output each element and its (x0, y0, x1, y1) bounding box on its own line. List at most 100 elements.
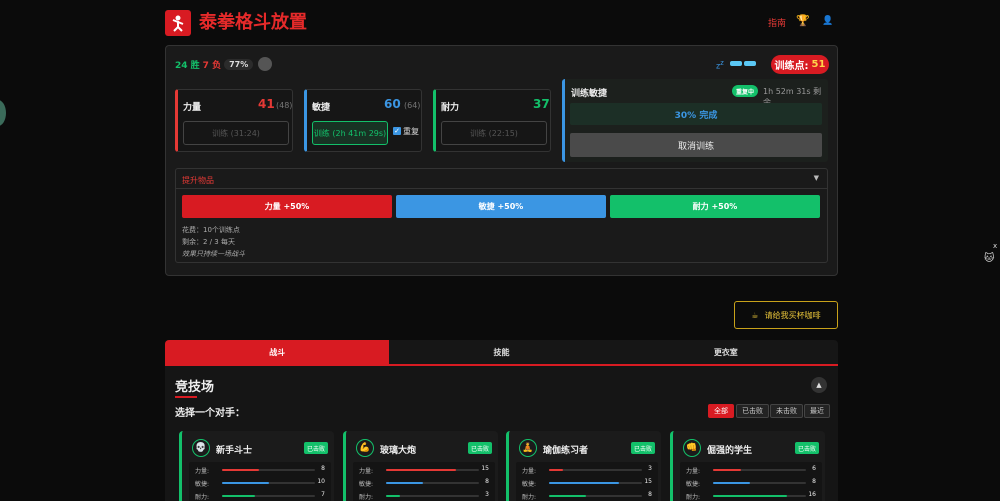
app-logo (165, 10, 191, 36)
stat-label: 敏捷: (359, 481, 374, 488)
opponent-stat-row: 敏捷: 15 (522, 478, 652, 488)
close-icon[interactable]: x (993, 242, 997, 250)
training-progress: 30% 完成 (570, 103, 822, 125)
training-points-badge: 训练点: 51 (771, 55, 829, 74)
opponent-name: 瑜伽练习者 (543, 446, 589, 456)
stat-strength: 力量 41 (48) 训练 (31:24) (175, 89, 293, 152)
stat-value: 37 (533, 97, 550, 111)
stat-label: 力量: (686, 468, 701, 475)
stat-value: 41 (258, 97, 275, 111)
opponent-stat-row: 耐力: 8 (522, 491, 652, 501)
stat-track (386, 482, 479, 484)
coffee-label: 请给我买杯咖啡 (764, 310, 821, 320)
stat-fill (386, 495, 400, 497)
side-widget-left[interactable] (0, 100, 6, 126)
stat-label: 耐力: (359, 494, 374, 501)
defeated-badge: 已击败 (794, 442, 819, 454)
stat-label: 敏捷: (686, 481, 701, 488)
stat-fill (713, 495, 788, 497)
user-icon[interactable]: 👤 (822, 16, 833, 26)
stat-number: 3 (485, 491, 489, 498)
filter-defeated[interactable]: 已击败 (736, 404, 769, 418)
stat-track (549, 495, 642, 497)
opponent-card[interactable]: 🧘 瑜伽练习者 已击败 力量: 3 敏捷: 15 耐力: 8 (506, 431, 661, 501)
opponent-stat-row: 力量: 8 (195, 465, 325, 475)
buy-coffee-button[interactable]: ☕ 请给我买杯咖啡 (734, 301, 838, 329)
divider (176, 188, 827, 189)
boost-agility-button[interactable]: 敏捷 +50% (396, 195, 606, 218)
opponent-stat-row: 敏捷: 8 (359, 478, 489, 488)
stat-label: 耐力: (686, 494, 701, 501)
stat-track (713, 495, 806, 497)
stat-name: 耐力 (441, 103, 460, 113)
stat-fill (713, 469, 741, 471)
opponent-name: 玻璃大炮 (380, 446, 417, 456)
stat-fill (549, 469, 563, 471)
opponent-avatar-icon: 💪 (356, 439, 374, 457)
stat-fill (549, 495, 587, 497)
boost-title[interactable]: 提升物品 (182, 175, 214, 186)
stat-number: 8 (812, 478, 816, 485)
tab-skills[interactable]: 技能 (389, 340, 613, 364)
tab-fight[interactable]: 战斗 (165, 340, 390, 364)
train-strength-button[interactable]: 训练 (31:24) (183, 121, 289, 145)
guide-link[interactable]: 指南 (768, 16, 786, 29)
stat-number: 8 (485, 478, 489, 485)
opponent-avatar-icon: 🧘 (519, 439, 537, 457)
stat-fill (713, 482, 751, 484)
train-stamina-button[interactable]: 训练 (22:15) (441, 121, 547, 145)
boost-strength-button[interactable]: 力量 +50% (182, 195, 392, 218)
training-title: 训练敏捷 (571, 89, 608, 99)
choose-opponent-label: 选择一个对手： (175, 408, 245, 419)
stat-agility: 敏捷 60 (64) 训练 (2h 41m 29s) ✓ 重复 (304, 89, 422, 152)
stat-label: 耐力: (195, 494, 210, 501)
stat-value: 60 (384, 97, 401, 111)
opponent-card[interactable]: 💪 玻璃大炮 已击败 力量: 15 敏捷: 8 耐力: 3 (343, 431, 498, 501)
arena-title: 竞技场 (175, 380, 215, 395)
boost-remaining: 剩余：2 / 3 每天 (182, 238, 235, 246)
stat-fill (222, 469, 260, 471)
main-tabs: 战斗 技能 更衣室 (165, 340, 838, 364)
filter-all[interactable]: 全部 (708, 404, 734, 418)
filter-undefeated[interactable]: 未击败 (770, 404, 803, 418)
opponent-stats: 力量: 15 敏捷: 8 耐力: 3 (353, 462, 495, 501)
stat-label: 敏捷: (522, 481, 537, 488)
stat-number: 3 (648, 465, 652, 472)
sleep-indicator: zz (716, 59, 724, 71)
opponent-card[interactable]: 👊 倔强的学生 已击败 力量: 6 敏捷: 8 耐力: 16 (670, 431, 825, 501)
coffee-icon: ☕ (751, 310, 759, 320)
cancel-training-button[interactable]: 取消训练 (570, 133, 822, 157)
opponent-avatar-icon: 👊 (683, 439, 701, 457)
stat-number: 8 (321, 465, 325, 472)
stat-label: 敏捷: (195, 481, 210, 488)
opponent-name: 新手斗士 (216, 446, 253, 456)
collapse-icon[interactable]: ▼ (814, 174, 819, 182)
stat-track (713, 469, 806, 471)
training-points-value: 51 (811, 59, 826, 70)
stat-fill (386, 482, 424, 484)
stat-max: (64) (404, 101, 421, 110)
tab-locker-room[interactable]: 更衣室 (614, 340, 838, 364)
win-rate: 77% (224, 58, 254, 70)
repeat-checkbox[interactable]: ✓ (393, 127, 401, 135)
stat-track (713, 482, 806, 484)
training-points-label: 训练点: (774, 61, 809, 72)
losses-count: 7 负 (202, 60, 222, 71)
stat-track (222, 495, 315, 497)
boost-stamina-button[interactable]: 耐力 +50% (610, 195, 820, 218)
opponent-stat-row: 敏捷: 8 (686, 478, 816, 488)
opponent-name: 倔强的学生 (707, 446, 753, 456)
collapse-up-icon[interactable]: ▲ (811, 377, 827, 393)
fight-record: 24 胜 7 负 77% (175, 56, 273, 72)
cat-icon[interactable]: 🐱 (984, 253, 994, 264)
filter-recent[interactable]: 最近 (804, 404, 830, 418)
stat-max: (48) (276, 101, 293, 110)
opponent-stat-row: 耐力: 3 (359, 491, 489, 501)
trophy-icon[interactable]: 🏆 (796, 14, 810, 27)
stat-track (222, 469, 315, 471)
opponent-card[interactable]: 💀 新手斗士 已击败 力量: 8 敏捷: 10 耐力: 7 (179, 431, 334, 501)
boost-cost: 花费：10个训练点 (182, 226, 240, 234)
train-agility-button[interactable]: 训练 (2h 41m 29s) (312, 121, 388, 145)
stat-stamina: 耐力 37 训练 (22:15) (433, 89, 551, 152)
stat-fill (549, 482, 619, 484)
